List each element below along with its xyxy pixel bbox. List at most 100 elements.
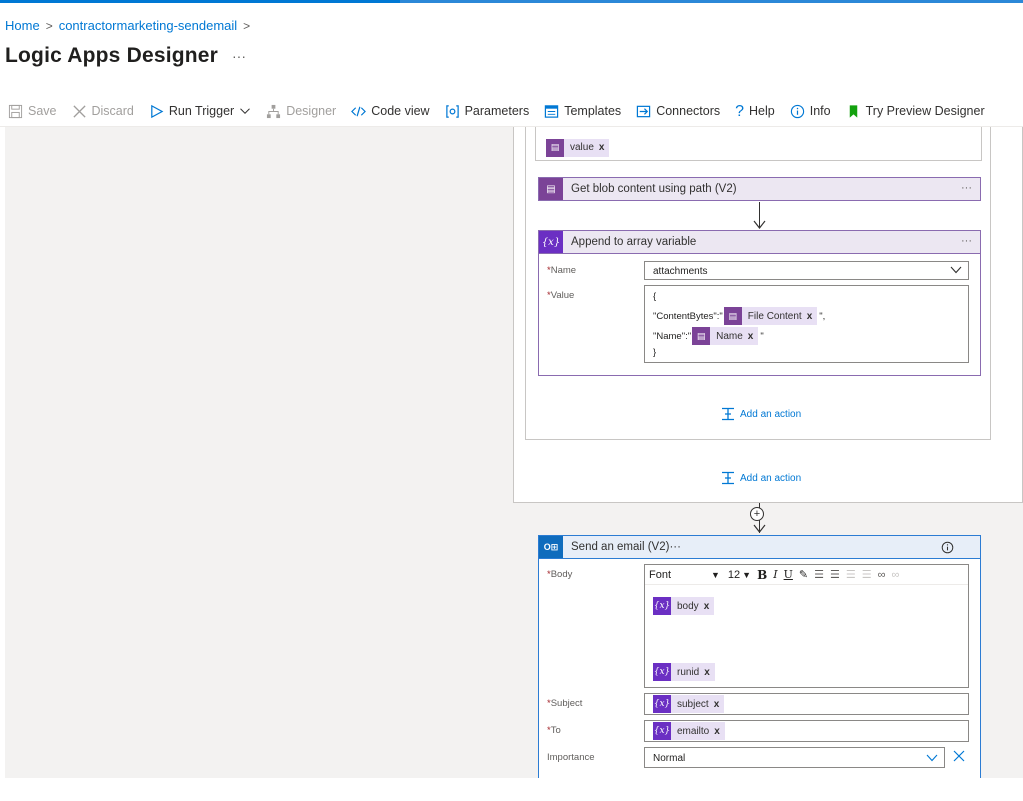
body-rich-text-editor[interactable]: Font ▼ 12 ▼ B I U ✎ ☰ ☰ ☰ ☰ ∞ ∞ {x} body… (644, 564, 969, 688)
indent-icon[interactable]: ☰ (862, 568, 872, 581)
add-action-outer-label: Add an action (740, 472, 802, 484)
variable-icon: {x} (539, 231, 563, 253)
unlink-icon[interactable]: ∞ (891, 569, 899, 581)
send-email-action[interactable]: O⊞ Send an email (V2) ··· (538, 535, 981, 559)
font-size-dropdown[interactable]: 12 (728, 569, 740, 581)
connectors-button[interactable]: Connectors (636, 104, 720, 119)
blob-icon: ▤ (539, 178, 563, 200)
breadcrumb-home-link[interactable]: Home (5, 18, 40, 33)
content-bytes-line: "ContentBytes":" ▤ File Content x ", (653, 307, 825, 325)
chevron-down-icon (926, 754, 938, 762)
append-to-array-action[interactable]: {x} Append to array variable ··· (538, 230, 981, 254)
blob-icon: ▤ (692, 327, 711, 345)
portal-top-bar-search-strip (400, 0, 1023, 3)
remove-token-icon[interactable]: x (704, 667, 710, 678)
blob-icon: ▤ (546, 138, 564, 157)
templates-button[interactable]: Templates (544, 104, 621, 119)
importance-dropdown[interactable]: Normal (644, 747, 945, 768)
help-button[interactable]: ? Help (735, 102, 775, 120)
info-icon[interactable] (941, 541, 954, 554)
content-bytes-end: ", (819, 310, 826, 322)
templates-icon (545, 104, 559, 118)
to-input[interactable]: {x} emailto x (644, 720, 969, 742)
name-dropdown[interactable]: attachments (644, 261, 969, 280)
designer-canvas[interactable]: ▤ value x ▤ Get blob content using path … (5, 127, 1023, 778)
info-button[interactable]: Info (790, 104, 831, 119)
remove-parameter-icon[interactable] (953, 750, 965, 762)
save-label: Save (28, 104, 57, 118)
close-icon (72, 104, 86, 118)
body-token[interactable]: {x} body x (653, 597, 715, 615)
breadcrumb-resource-link[interactable]: contractormarketing-sendemail (59, 18, 237, 33)
for-each-input-card: ▤ value x (535, 127, 982, 161)
page-more-button[interactable]: ··· (232, 48, 246, 64)
play-icon (151, 104, 164, 118)
runid-token-label: runid (677, 666, 700, 678)
highlight-icon[interactable]: ✎ (799, 568, 808, 581)
designer-button[interactable]: Designer (266, 104, 336, 119)
add-action-inner-button[interactable]: Add an action (721, 407, 801, 421)
bullet-list-icon[interactable]: ☰ (814, 568, 824, 581)
blob-icon: ▤ (723, 307, 742, 325)
get-blob-title: Get blob content using path (V2) (571, 183, 737, 195)
body-field-label: *Body (547, 569, 573, 580)
subject-token[interactable]: {x} subject x (653, 695, 725, 713)
append-title: Append to array variable (571, 236, 697, 248)
remove-token-icon[interactable]: x (714, 699, 720, 710)
add-action-outer-button[interactable]: Add an action (721, 471, 801, 485)
remove-token-icon[interactable]: x (599, 142, 605, 153)
info-label: Info (809, 104, 831, 118)
save-button[interactable]: Save (8, 104, 57, 119)
breadcrumb: Home > contractormarketing-sendemail > (5, 18, 250, 33)
remove-token-icon[interactable]: x (714, 726, 720, 737)
action-more-button[interactable]: ··· (669, 541, 681, 553)
underline-icon[interactable]: U (784, 568, 793, 581)
remove-token-icon[interactable]: x (807, 311, 813, 322)
importance-field-label: Importance (547, 752, 595, 763)
arrow-down-icon (753, 524, 766, 533)
outdent-icon[interactable]: ☰ (846, 568, 856, 581)
parameters-button[interactable]: Parameters (445, 104, 529, 119)
remove-token-icon[interactable]: x (704, 601, 710, 612)
portal-top-bar (0, 0, 1023, 3)
code-view-button[interactable]: Code view (351, 104, 430, 119)
variable-icon: {x} (653, 597, 671, 615)
insert-step-plus-icon[interactable]: + (750, 507, 764, 521)
rich-text-toolbar: Font ▼ 12 ▼ B I U ✎ ☰ ☰ ☰ ☰ ∞ ∞ (645, 565, 968, 585)
run-trigger-label: Run Trigger (168, 104, 235, 118)
numbered-list-icon[interactable]: ☰ (830, 568, 840, 581)
file-content-token[interactable]: ▤ File Content x (723, 307, 818, 325)
link-icon[interactable]: ∞ (878, 569, 886, 581)
json-open-brace: { (653, 291, 657, 302)
add-action-icon (722, 471, 734, 485)
remove-token-icon[interactable]: x (748, 331, 754, 342)
subject-input[interactable]: {x} subject x (644, 693, 969, 715)
name-end: " (760, 330, 764, 342)
subject-token-label: subject (677, 698, 709, 710)
try-preview-designer-button[interactable]: Try Preview Designer (846, 104, 985, 119)
name-line: "Name":" ▤ Name x " (653, 327, 764, 345)
get-blob-content-action[interactable]: ▤ Get blob content using path (V2) ··· (538, 177, 981, 201)
name-token[interactable]: ▤ Name x (692, 327, 759, 345)
run-trigger-button[interactable]: Run Trigger (149, 104, 251, 119)
italic-icon[interactable]: I (773, 568, 777, 581)
page-title: Logic Apps Designer (5, 44, 219, 67)
connectors-label: Connectors (656, 104, 721, 118)
code-icon (351, 106, 367, 116)
value-token[interactable]: ▤ value x (546, 138, 610, 157)
action-more-button[interactable]: ··· (961, 235, 972, 247)
font-dropdown[interactable]: Font (649, 569, 705, 581)
emailto-token[interactable]: {x} emailto x (653, 722, 725, 740)
chevron-down-icon[interactable]: ▼ (711, 570, 720, 580)
value-field-label: *Value (547, 290, 575, 301)
help-icon: ? (735, 102, 745, 120)
runid-token[interactable]: {x} runid x (653, 663, 715, 681)
help-label: Help (749, 104, 775, 118)
value-editor[interactable]: { "ContentBytes":" ▤ File Content x ", "… (644, 285, 969, 363)
breadcrumb-separator: > (45, 18, 53, 33)
variable-icon: {x} (653, 663, 671, 681)
action-more-button[interactable]: ··· (961, 182, 972, 194)
discard-button[interactable]: Discard (72, 104, 134, 119)
bold-icon[interactable]: B (757, 568, 767, 582)
chevron-down-icon[interactable]: ▼ (742, 570, 751, 580)
